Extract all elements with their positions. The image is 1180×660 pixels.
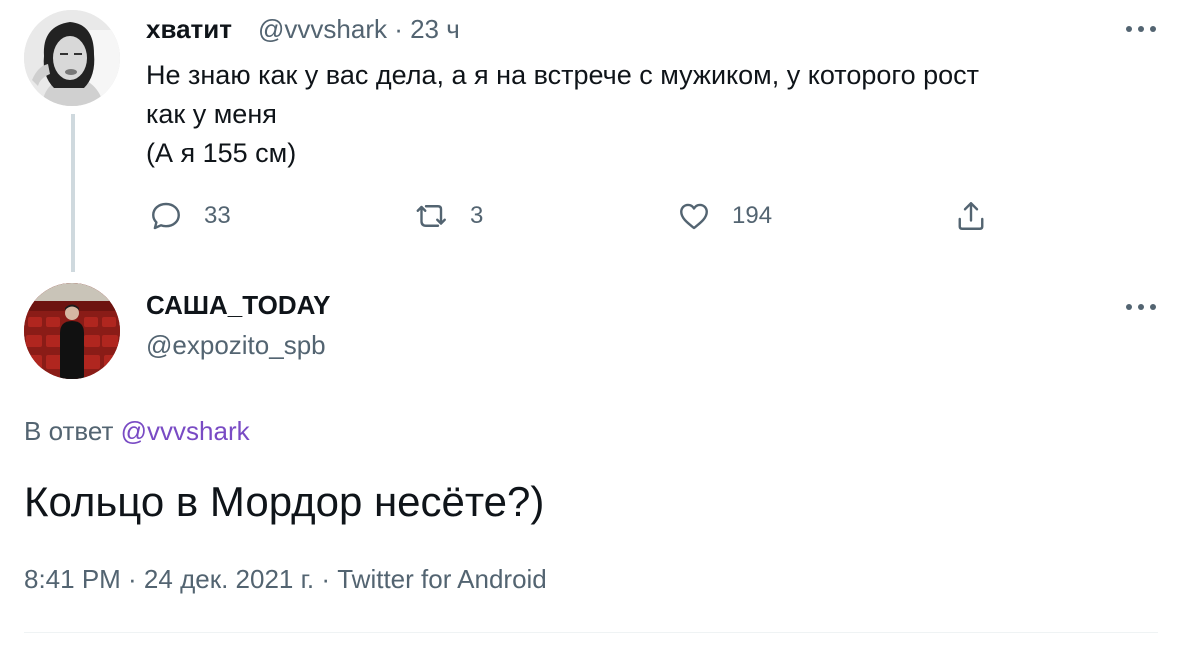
share-button[interactable]	[953, 198, 989, 234]
author-handle-and-time[interactable]: @vvvshark · 23 ч	[258, 14, 460, 45]
heart-icon	[680, 203, 708, 230]
retweet-button[interactable]: 3	[414, 196, 483, 236]
author-display-name[interactable]: хватит	[146, 14, 232, 45]
author-handle[interactable]: @expozito_spb	[146, 330, 326, 361]
thread-connector-line	[71, 114, 75, 272]
tweet-text: Не знаю как у вас дела, а я на встрече с…	[146, 60, 980, 168]
retweet-count: 3	[470, 202, 484, 229]
speech-bubble-icon	[152, 202, 180, 230]
divider	[24, 632, 1158, 633]
like-button[interactable]: 194	[676, 196, 772, 236]
tweet-timestamp-and-source[interactable]: 8:41 PM · 24 дек. 2021 г. · Twitter for …	[24, 564, 547, 595]
author-display-name[interactable]: САША_TODAY	[146, 290, 330, 321]
more-dots-icon[interactable]	[1126, 24, 1156, 34]
tweet-text: Кольцо в Мордор несёте?)	[24, 478, 545, 525]
like-count: 194	[732, 202, 773, 229]
avatar-vvvshark[interactable]	[24, 10, 120, 106]
retweet-icon	[416, 205, 446, 227]
reply-mention-link[interactable]: @vvvshark	[121, 416, 250, 446]
reply-count: 33	[204, 202, 231, 229]
more-dots-icon[interactable]	[1126, 302, 1156, 312]
reply-context: В ответ @vvvshark	[24, 416, 250, 447]
share-icon	[958, 202, 984, 230]
avatar-expozito-spb[interactable]	[24, 283, 120, 379]
reply-prefix: В ответ	[24, 416, 114, 446]
reply-button[interactable]: 33	[148, 196, 231, 236]
